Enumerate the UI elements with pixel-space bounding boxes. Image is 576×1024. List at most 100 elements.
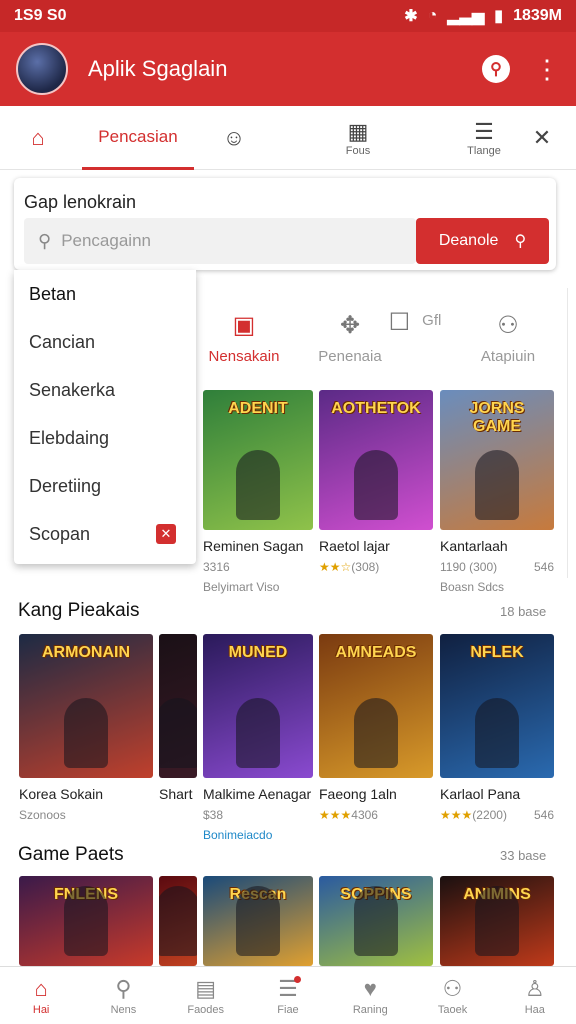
game-developer[interactable]: Bonimeiacdo — [203, 828, 313, 842]
game-thumbnail[interactable]: ARMONAIN — [19, 634, 153, 778]
game-meta: Szonoos — [19, 808, 153, 822]
game-meta: ★★☆(308) — [319, 560, 433, 574]
game-thumbnail[interactable]: AMNEADS — [319, 634, 433, 778]
bluetooth-icon: ✱ — [404, 8, 418, 25]
see-more-link[interactable]: 33 base — [500, 848, 546, 863]
game-card[interactable]: ADENIT Reminen Sagan 3316 Belyimart Viso — [203, 390, 313, 594]
user-icon: ⚇ — [497, 312, 519, 339]
game-size: 546 — [533, 808, 554, 822]
menu-icon: ☰ — [474, 119, 494, 144]
nav-item-faodes[interactable]: ▤ Faodes — [165, 967, 247, 1024]
nav-label: Haa — [524, 1003, 545, 1016]
game-thumbnail[interactable]: FNLENS — [19, 876, 153, 966]
home-icon: ⌂ — [34, 975, 48, 1001]
dropdown-item[interactable]: Cancian — [14, 318, 196, 366]
game-card[interactable]: Shart — [159, 634, 197, 808]
nav-item-nens[interactable]: ⚲ Nens — [82, 967, 164, 1024]
book-icon: ▤ — [195, 975, 217, 1001]
nav-item-fiae[interactable]: ☰ Fiae — [247, 967, 329, 1024]
search-icon[interactable]: ⚲ — [482, 55, 510, 83]
category-tab-label: Gfl — [422, 312, 442, 329]
game-thumbnail[interactable]: ADENIT — [203, 390, 313, 530]
character-silhouette — [354, 698, 398, 768]
game-logo-text: MUNED — [228, 644, 288, 661]
game-card[interactable]: FNLENS — [19, 876, 153, 966]
search-card: Gap lenokrain ⚲ Pencagainn Deanole ⚲ — [14, 178, 556, 270]
status-right-text: 1839M — [513, 7, 562, 24]
game-card[interactable]: JORNS GAME Kantarlaah 1190 (300) 546 Boasn S… — [440, 390, 554, 594]
game-card[interactable]: ANIMINS — [440, 876, 554, 966]
category-tab-gfl[interactable]: ☐ Gfl — [380, 300, 450, 376]
game-card[interactable]: SOPPINS — [319, 876, 433, 966]
category-tab-label: Atapiuin — [480, 348, 536, 365]
tab-fous-label: Fous — [345, 145, 371, 157]
search-icon: ⚲ — [38, 230, 52, 251]
calendar-icon: ▣ — [232, 312, 256, 339]
game-title: Faeong 1aln — [319, 786, 397, 802]
game-thumbnail[interactable]: ANIMINS — [440, 876, 554, 966]
character-silhouette — [64, 698, 108, 768]
close-button[interactable]: ✕ — [524, 106, 560, 170]
section-title-kang: Kang Pieakais — [18, 600, 140, 621]
nav-item-taoek[interactable]: ⚇ Taoek — [411, 967, 493, 1024]
dropdown-item[interactable]: Betan — [14, 270, 196, 318]
game-card[interactable]: MUNED Malkime Aenagar $38 Bonimeiacdo — [203, 634, 313, 842]
character-silhouette — [354, 886, 398, 956]
game-thumbnail[interactable]: JORNS GAME — [440, 390, 554, 530]
game-card[interactable]: ARMONAIN Korea Sokain Szonoos — [19, 634, 153, 822]
game-card[interactable]: Rescan — [203, 876, 313, 966]
game-thumbnail[interactable] — [159, 634, 197, 778]
character-silhouette — [236, 698, 280, 768]
status-bar: 1S9 S0 ✱ ◔ ▂▃▅ ▮ 1839M — [0, 0, 576, 32]
game-card[interactable]: AOTHETOK Raetol lajar ★★☆(308) — [319, 390, 433, 574]
tab-home[interactable]: ⌂ — [18, 106, 58, 170]
game-thumbnail[interactable]: MUNED — [203, 634, 313, 778]
nav-label: Fiae — [277, 1003, 299, 1016]
dropdown-item[interactable]: Deretiing — [14, 462, 196, 510]
game-title: Raetol lajar — [319, 538, 390, 554]
category-tab-nensakain[interactable]: ▣ Nensakain — [196, 300, 292, 376]
search-input[interactable]: ⚲ Pencagainn — [24, 218, 416, 264]
game-logo-text: NFLEK — [470, 644, 524, 661]
top-tab-bar: ⌂ Pencasian ☺ ▦ Fous ☰ Tlange ✕ — [0, 106, 576, 170]
nav-item-hai[interactable]: ⌂ Hai — [0, 967, 82, 1024]
search-submit-label: Deanole — [438, 232, 499, 249]
remove-icon[interactable]: ✕ — [156, 524, 176, 544]
game-meta-value: 4306 — [351, 808, 378, 822]
nav-item-haa[interactable]: ♙ Haa — [494, 967, 576, 1024]
game-card[interactable]: AMNEADS Faeong 1aln ★★★4306 — [319, 634, 433, 822]
tab-tlange[interactable]: ☰ Tlange — [456, 106, 512, 170]
game-logo-text: JORNS GAME — [469, 400, 525, 435]
game-thumbnail[interactable] — [159, 876, 197, 966]
game-card[interactable] — [159, 876, 197, 966]
tab-search[interactable]: Pencasian — [82, 106, 194, 170]
game-thumbnail[interactable]: SOPPINS — [319, 876, 433, 966]
category-tab-atapiuin[interactable]: ⚇ Atapiuin — [468, 300, 548, 376]
avatar[interactable] — [16, 43, 68, 95]
dropdown-item[interactable]: Elebdaing — [14, 414, 196, 462]
category-tab-label: Nensakain — [208, 348, 280, 365]
game-thumbnail[interactable]: Rescan — [203, 876, 313, 966]
tab-chat[interactable]: ☺ — [214, 106, 254, 170]
game-logo-text: AOTHETOK — [331, 400, 421, 417]
rating-stars: ★★★ — [319, 808, 352, 822]
see-more-link[interactable]: 18 base — [500, 604, 546, 619]
character-silhouette — [475, 450, 519, 520]
game-thumbnail[interactable]: NFLEK — [440, 634, 554, 778]
game-card[interactable]: NFLEK Karlaol Pana ★★★(2200) 546 — [440, 634, 554, 822]
search-submit-button[interactable]: Deanole ⚲ — [416, 218, 549, 264]
game-thumbnail[interactable]: AOTHETOK — [319, 390, 433, 530]
tab-fous[interactable]: ▦ Fous — [332, 106, 384, 170]
nav-item-raning[interactable]: ♥ Raning — [329, 967, 411, 1024]
dropdown-item[interactable]: Senakerka — [14, 366, 196, 414]
more-options-icon[interactable]: ⋮ — [534, 56, 560, 82]
wifi-icon: ◔ — [427, 7, 438, 24]
calendar-icon: ▦ — [347, 119, 369, 144]
rating-stars: ★★☆ — [319, 560, 352, 574]
game-meta-value: $38 — [203, 808, 224, 822]
tab-search-label: Pencasian — [98, 126, 178, 146]
heart-icon: ♥ — [363, 975, 377, 1001]
dropdown-item-scopan[interactable]: Scopan ✕ — [14, 510, 196, 558]
profile-icon: ⚇ — [442, 975, 463, 1001]
game-developer: Boasn Sdcs — [440, 580, 505, 594]
